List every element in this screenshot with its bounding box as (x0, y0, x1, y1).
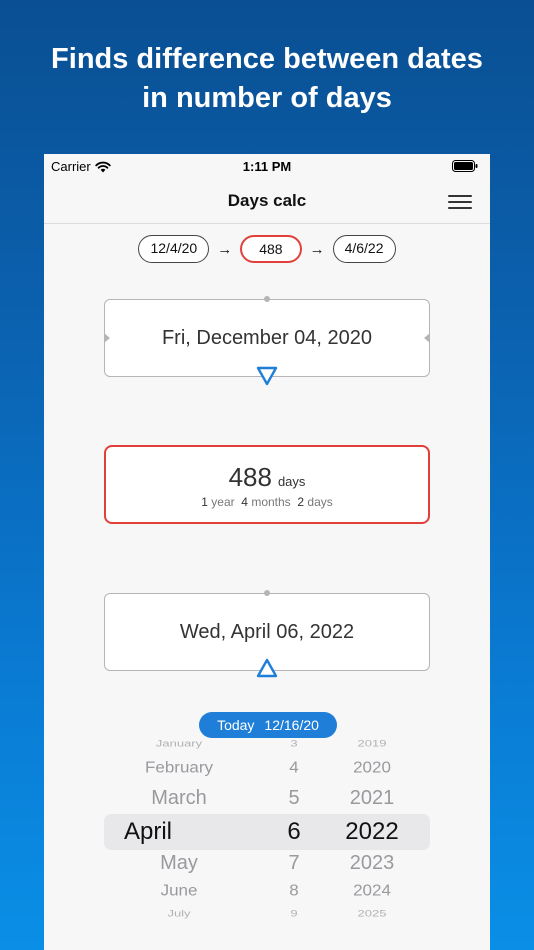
year-wheel-item[interactable]: 2022 (324, 818, 420, 846)
date-picker-wheel[interactable]: January February March April May June July 3 4 5… (104, 738, 430, 940)
year-wheel-item[interactable]: 2025 (324, 908, 420, 919)
day-wheel[interactable]: 3 4 5 6 7 8 9 (254, 738, 334, 930)
previous-day-icon[interactable] (104, 333, 110, 343)
arrow-right-icon: → (309, 240, 325, 258)
year-wheel-item[interactable]: 2024 (324, 882, 420, 900)
result-card: 488 days 1 year 4 months 2 days (104, 445, 430, 524)
triangle-up-icon[interactable] (255, 657, 279, 679)
end-date-card[interactable]: Wed, April 06, 2022 (104, 590, 430, 678)
month-wheel[interactable]: January February March April May June July (104, 738, 254, 930)
month-wheel-item[interactable]: May (104, 852, 254, 875)
year-wheel-item[interactable]: 2020 (324, 759, 420, 777)
result-breakdown: 1 year 4 months 2 days (106, 495, 428, 509)
day-wheel-item[interactable]: 3 (254, 738, 334, 749)
day-wheel-item[interactable]: 5 (254, 787, 334, 810)
day-wheel-item[interactable]: 6 (254, 818, 334, 846)
end-date-label: Wed, April 06, 2022 (179, 620, 355, 643)
day-wheel-item[interactable]: 9 (254, 908, 334, 919)
breakdown-days-label: days (307, 495, 333, 509)
summary-end-date-pill[interactable]: 4/6/22 (332, 235, 396, 263)
breakdown-days: 2 (297, 495, 305, 509)
month-wheel-item[interactable]: July (104, 908, 254, 919)
today-label: Today (217, 717, 255, 733)
start-date-card[interactable]: Fri, December 04, 2020 (104, 296, 430, 386)
result-total: 488 days (106, 462, 428, 493)
month-wheel-item[interactable]: April (104, 818, 254, 846)
year-wheel-item[interactable]: 2021 (324, 787, 420, 810)
year-wheel[interactable]: 2019 2020 2021 2022 2023 2024 2025 (324, 738, 420, 930)
promo-headline: Finds difference between dates in number… (0, 40, 534, 118)
status-bar: Carrier 1:11 PM (44, 154, 490, 178)
headline-line-2: in number of days (142, 82, 392, 114)
month-wheel-item[interactable]: June (104, 882, 254, 900)
today-button[interactable]: Today 12/16/20 (199, 712, 337, 738)
today-date: 12/16/20 (264, 717, 319, 733)
result-days-number: 488 (228, 462, 272, 492)
day-wheel-item[interactable]: 4 (254, 759, 334, 777)
breakdown-years: 1 (201, 495, 208, 509)
breakdown-years-label: year (211, 495, 235, 509)
next-day-icon[interactable] (424, 333, 430, 343)
hamburger-menu-icon[interactable] (448, 195, 472, 211)
month-wheel-item[interactable]: February (104, 759, 254, 777)
year-wheel-item[interactable]: 2019 (324, 738, 420, 749)
year-wheel-item[interactable]: 2023 (324, 852, 420, 875)
breakdown-months-label: months (251, 495, 291, 509)
triangle-down-icon[interactable] (255, 365, 279, 387)
day-wheel-item[interactable]: 7 (254, 852, 334, 875)
battery-icon (452, 160, 478, 172)
navigation-bar: Days calc (44, 178, 490, 224)
day-wheel-item[interactable]: 8 (254, 882, 334, 900)
arrow-right-icon: → (217, 240, 233, 258)
phone-screen: Carrier 1:11 PM Days calc 12/4/20 → 488 … (44, 154, 490, 950)
result-days-unit: days (277, 474, 306, 489)
date-summary-row: 12/4/20 → 488 → 4/6/22 (44, 234, 490, 264)
summary-days-pill[interactable]: 488 (240, 235, 302, 263)
status-time: 1:11 PM (242, 159, 292, 174)
breakdown-months: 4 (241, 495, 248, 509)
start-date-label: Fri, December 04, 2020 (161, 326, 373, 349)
app-title: Days calc (227, 191, 307, 210)
headline-line-1: Finds difference between dates (51, 43, 483, 75)
month-wheel-item[interactable]: March (104, 787, 254, 810)
card-handle-dot (264, 590, 270, 596)
summary-start-date-pill[interactable]: 12/4/20 (138, 235, 210, 263)
card-handle-dot (264, 296, 270, 302)
month-wheel-item[interactable]: January (104, 738, 254, 749)
